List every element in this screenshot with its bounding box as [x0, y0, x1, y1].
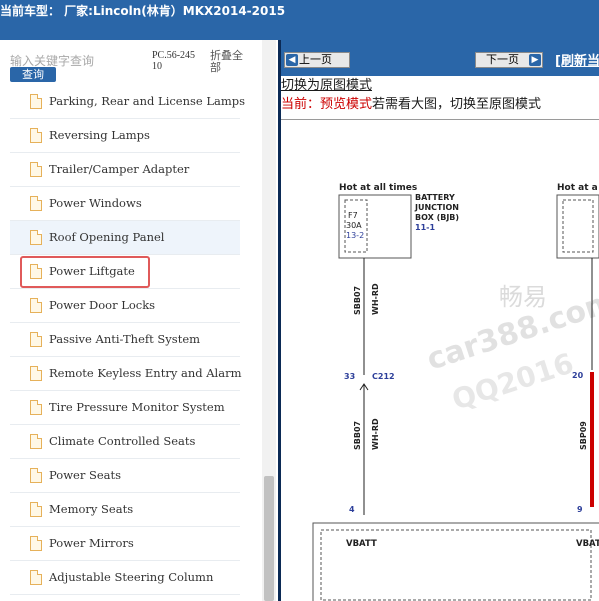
mode-notice: 当前：预览模式若需看大图，切换至原图模式: [281, 93, 541, 112]
document-icon: [30, 162, 42, 177]
document-icon: [30, 570, 42, 585]
tree-item-label: Power Seats: [49, 468, 122, 482]
tree-item[interactable]: Tire Pressure Monitor System: [10, 391, 240, 425]
document-icon: [30, 332, 42, 347]
title-bar: 当前车型： 厂家:Lincoln(林肯）MKX2014-2015: [0, 0, 599, 40]
tree-item-label: Adjustable Steering Column: [49, 570, 214, 584]
pin-4: 4: [349, 505, 355, 514]
tree-item[interactable]: Memory Seats: [10, 493, 240, 527]
tree-item[interactable]: Power Mirrors: [10, 527, 240, 561]
refresh-link[interactable]: [刷新当: [555, 50, 599, 69]
bjb-line2: JUNCTION: [414, 203, 459, 212]
tree-item[interactable]: Power Windows: [10, 187, 240, 221]
document-icon: [30, 264, 42, 279]
current-mode-label: 当前：预览模式: [281, 97, 373, 112]
wiring-diagram: 畅易 car388.com QQ2016 Hot at all times F7…: [312, 183, 599, 601]
pin-33: 33: [344, 372, 355, 381]
tree-item-hovered[interactable]: Roof Opening Panel: [10, 221, 240, 255]
tree-item-label: Roof Opening Panel: [49, 230, 165, 244]
vehicle-title: 当前车型： 厂家:Lincoln(林肯）MKX2014-2015: [0, 4, 286, 18]
bjb-line1: BATTERY: [415, 193, 455, 202]
document-icon: [30, 434, 42, 449]
document-icon: [30, 128, 42, 143]
tree-item-label: Remote Keyless Entry and Alarm: [49, 366, 242, 380]
tree-item[interactable]: Parking, Rear and License Lamps: [10, 85, 245, 119]
tree-item-label: Power Windows: [49, 196, 142, 210]
tree-item-label: Parking, Rear and License Lamps: [49, 94, 246, 108]
tree-item[interactable]: Reversing Lamps: [10, 119, 240, 153]
document-icon: [30, 230, 42, 245]
prev-page-button[interactable]: ◀ 上一页: [284, 52, 350, 68]
document-icon: [30, 298, 42, 313]
color-label-lower: WH-RD: [371, 418, 380, 450]
tree-item[interactable]: Passive Anti-Theft System: [10, 323, 240, 357]
bjb-line3: BOX (BJB): [415, 213, 459, 222]
document-icon: [30, 94, 42, 109]
circuit-label-right: SBP09: [579, 421, 588, 450]
arrow-right-icon: ▶: [529, 54, 541, 66]
mode-hint: 若需看大图，切换至原图模式: [372, 97, 542, 112]
tree-item-label: Passive Anti-Theft System: [49, 332, 201, 346]
tree-item-label: Power Liftgate: [49, 264, 135, 278]
vbatt-label-left: VBATT: [346, 539, 377, 549]
tree-item[interactable]: Power Seats: [10, 459, 240, 493]
tree-item-power-liftgate[interactable]: Power Liftgate: [10, 255, 240, 289]
viewer-toolbar: ◀ 上一页 下一页 ▶ [刷新当: [281, 40, 599, 76]
pin-20: 20: [572, 371, 584, 380]
tree-item-label: Trailer/Camper Adapter: [49, 162, 190, 176]
bjb-ref: 11-1: [415, 223, 435, 232]
sidebar: 查询 PC.56-24510 折叠全部 Parking, Rear and Li…: [0, 40, 278, 601]
document-icon: [30, 366, 42, 381]
document-icon: [30, 502, 42, 517]
document-icon: [30, 468, 42, 483]
vbatt-label-right: VBAT: [576, 539, 599, 549]
prev-page-label: 上一页: [299, 53, 332, 66]
collapse-all-link[interactable]: 折叠全部: [210, 50, 250, 74]
tree-item[interactable]: Power Door Locks: [10, 289, 240, 323]
circuit-label-lower: SBB07: [353, 421, 362, 450]
tree-item-label: Power Door Locks: [49, 298, 156, 312]
next-page-button[interactable]: 下一页 ▶: [475, 52, 543, 68]
topic-tree: Parking, Rear and License Lamps Reversin…: [10, 85, 245, 595]
color-label-upper: WH-RD: [371, 283, 380, 315]
circuit-label-upper: SBB07: [353, 286, 362, 315]
tree-item-label: Power Mirrors: [49, 536, 134, 550]
right-fuse-inner: [562, 199, 594, 253]
switch-original-mode-link[interactable]: 切换为原图模式: [281, 74, 372, 93]
document-icon: [30, 400, 42, 415]
hot-label-right: Hot at a: [557, 183, 598, 193]
fuse-ref: 13-2: [346, 231, 364, 240]
connector-c212: C212: [372, 372, 395, 381]
pin-9: 9: [577, 505, 583, 514]
sidebar-scrollbar[interactable]: [262, 40, 276, 601]
tree-item-label: Tire Pressure Monitor System: [49, 400, 225, 414]
search-button[interactable]: 查询: [10, 67, 56, 82]
red-wire: [590, 372, 594, 507]
watermark: 畅易 car388.com QQ2016: [423, 283, 599, 417]
tree-item[interactable]: Trailer/Camper Adapter: [10, 153, 240, 187]
scrollbar-thumb[interactable]: [264, 476, 274, 601]
document-icon: [30, 536, 42, 551]
document-icon: [30, 196, 42, 211]
hot-label-left: Hot at all times: [339, 183, 417, 193]
tree-item[interactable]: Climate Controlled Seats: [10, 425, 240, 459]
diagram-viewer: ◀ 上一页 下一页 ▶ [刷新当 切换为原图模式 当前：预览模式若需看大图，切换…: [278, 40, 599, 601]
tree-item-label: Reversing Lamps: [49, 128, 150, 142]
fuse-id: F7: [348, 211, 358, 220]
module-box: [312, 522, 599, 601]
fuse-rating: 30A: [346, 221, 362, 230]
tree-item-label: Climate Controlled Seats: [49, 434, 196, 448]
tree-item-label: Memory Seats: [49, 502, 134, 516]
arrow-left-icon: ◀: [286, 54, 298, 66]
tree-item[interactable]: Adjustable Steering Column: [10, 561, 240, 595]
pc-code: PC.56-24510: [152, 50, 196, 72]
tree-item[interactable]: Remote Keyless Entry and Alarm: [10, 357, 242, 391]
next-page-label: 下一页: [486, 53, 519, 66]
